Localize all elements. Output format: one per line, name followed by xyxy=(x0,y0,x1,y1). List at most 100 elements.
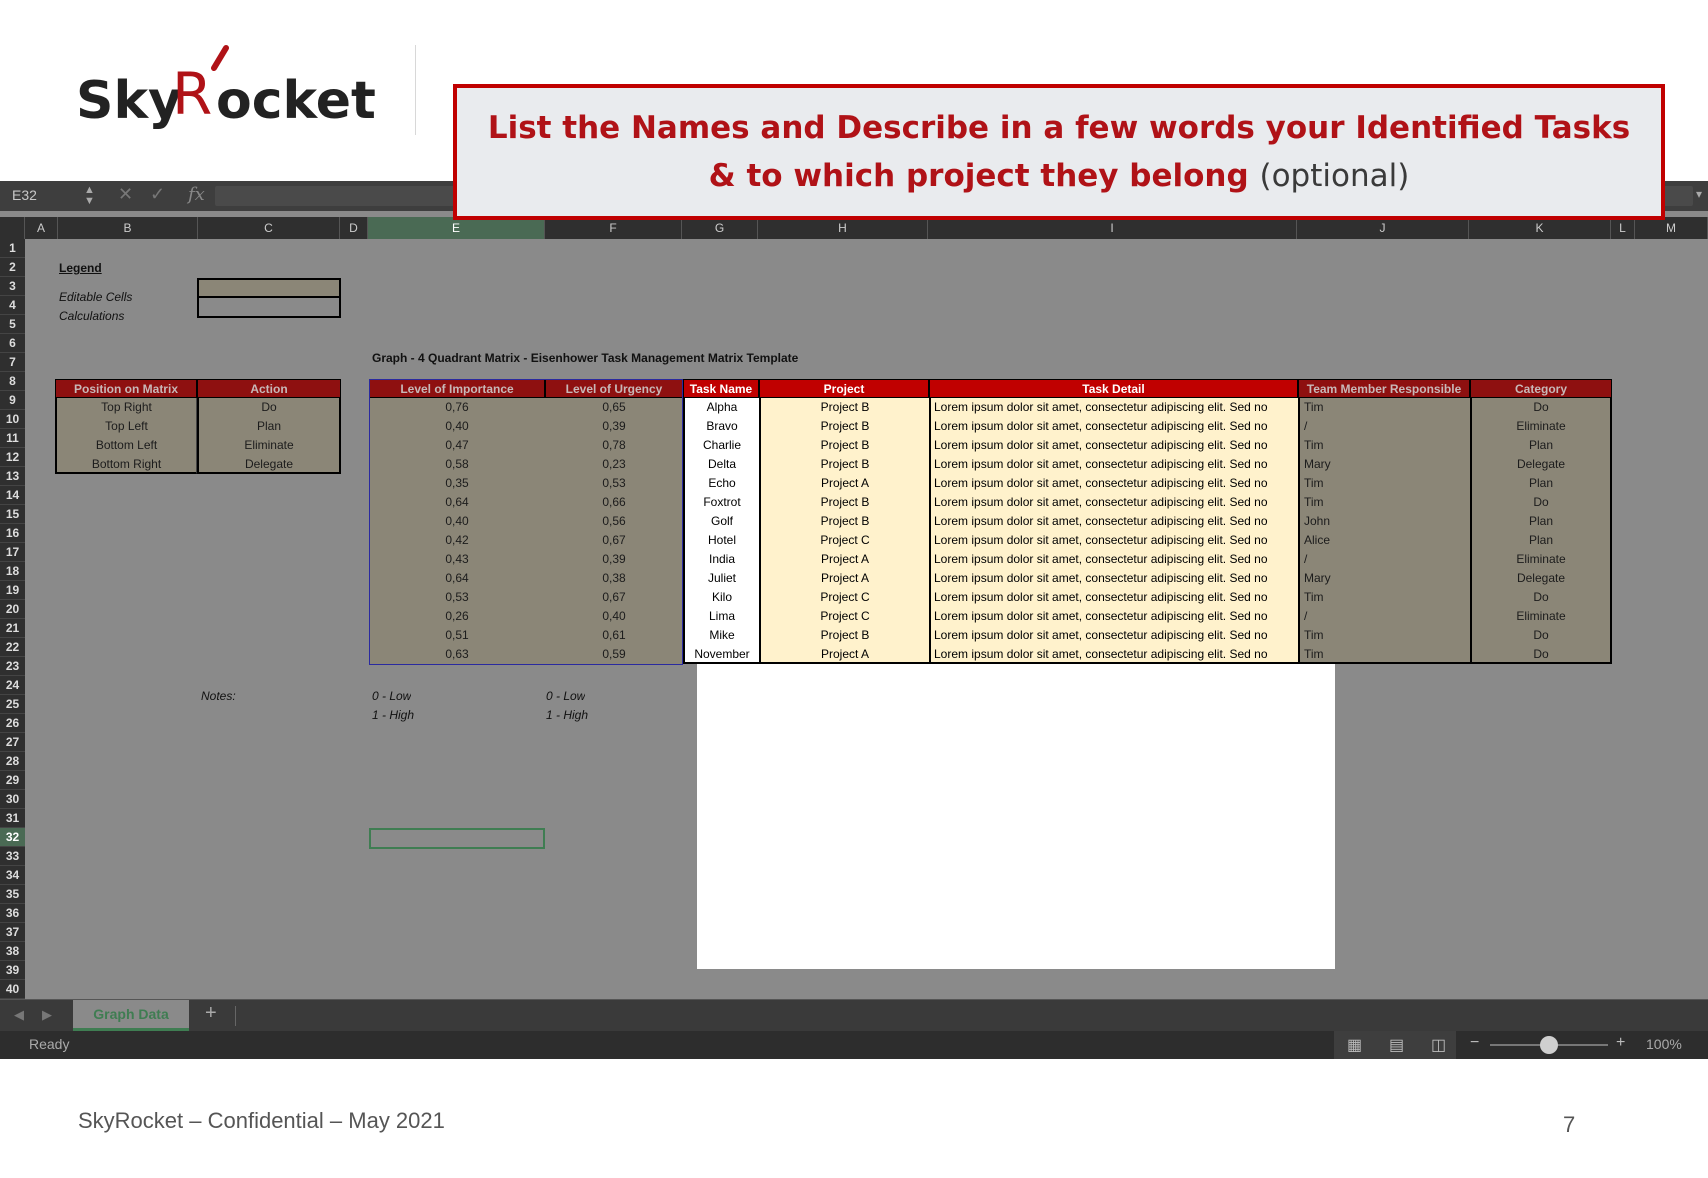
task-name-cell[interactable]: November xyxy=(683,645,759,664)
importance-cell[interactable]: 0,64 xyxy=(369,569,545,588)
project-cell[interactable]: Project A xyxy=(759,569,929,588)
name-box-stepper-icon[interactable]: ▲ ▼ xyxy=(84,185,95,207)
importance-cell[interactable]: 0,76 xyxy=(369,398,545,417)
category-cell[interactable]: Do xyxy=(1470,626,1612,645)
urgency-cell[interactable]: 0,59 xyxy=(545,645,683,664)
row-header-8[interactable]: 8 xyxy=(0,372,25,391)
row-header-19[interactable]: 19 xyxy=(0,581,25,600)
select-all-corner[interactable] xyxy=(0,217,25,239)
row-header-37[interactable]: 37 xyxy=(0,923,25,942)
task-detail-cell[interactable]: Lorem ipsum dolor sit amet, consectetur … xyxy=(929,398,1298,417)
task-detail-cell[interactable]: Lorem ipsum dolor sit amet, consectetur … xyxy=(929,512,1298,531)
scroll-tabs-right-icon[interactable]: ▶ xyxy=(42,1007,52,1023)
task-name-cell[interactable]: Mike xyxy=(683,626,759,645)
row-header-35[interactable]: 35 xyxy=(0,885,25,904)
category-cell[interactable]: Plan xyxy=(1470,474,1612,493)
row-header-33[interactable]: 33 xyxy=(0,847,25,866)
action-cell[interactable]: Eliminate xyxy=(197,436,341,455)
insert-function-icon[interactable]: fx xyxy=(188,184,205,205)
category-cell[interactable]: Do xyxy=(1470,645,1612,664)
importance-cell[interactable]: 0,35 xyxy=(369,474,545,493)
task-detail-cell[interactable]: Lorem ipsum dolor sit amet, consectetur … xyxy=(929,417,1298,436)
team-member-cell[interactable]: Tim xyxy=(1298,493,1470,512)
project-cell[interactable]: Project B xyxy=(759,398,929,417)
project-cell[interactable]: Project C xyxy=(759,607,929,626)
importance-cell[interactable]: 0,40 xyxy=(369,512,545,531)
row-header-36[interactable]: 36 xyxy=(0,904,25,923)
category-cell[interactable]: Eliminate xyxy=(1470,607,1612,626)
header-position-on-matrix[interactable]: Position on Matrix xyxy=(55,379,197,398)
row-header-20[interactable]: 20 xyxy=(0,600,25,619)
header-action[interactable]: Action xyxy=(197,379,341,398)
urgency-cell[interactable]: 0,53 xyxy=(545,474,683,493)
project-cell[interactable]: Project A xyxy=(759,474,929,493)
row-header-13[interactable]: 13 xyxy=(0,467,25,486)
team-member-cell[interactable]: John xyxy=(1298,512,1470,531)
importance-cell[interactable]: 0,51 xyxy=(369,626,545,645)
project-cell[interactable]: Project B xyxy=(759,512,929,531)
task-detail-cell[interactable]: Lorem ipsum dolor sit amet, consectetur … xyxy=(929,569,1298,588)
category-cell[interactable]: Delegate xyxy=(1470,455,1612,474)
name-box[interactable]: E32 xyxy=(12,187,37,203)
row-header-6[interactable]: 6 xyxy=(0,334,25,353)
task-name-cell[interactable]: India xyxy=(683,550,759,569)
task-detail-cell[interactable]: Lorem ipsum dolor sit amet, consectetur … xyxy=(929,474,1298,493)
task-name-cell[interactable]: Alpha xyxy=(683,398,759,417)
column-header-l[interactable]: L xyxy=(1611,217,1635,239)
team-member-cell[interactable]: Mary xyxy=(1298,455,1470,474)
category-cell[interactable]: Delegate xyxy=(1470,569,1612,588)
page-break-view-icon[interactable]: ◫ xyxy=(1431,1035,1446,1055)
row-header-9[interactable]: 9 xyxy=(0,391,25,410)
importance-cell[interactable]: 0,53 xyxy=(369,588,545,607)
header-importance[interactable]: Level of Importance xyxy=(369,379,545,398)
header-team-member[interactable]: Team Member Responsible xyxy=(1298,379,1470,398)
task-name-cell[interactable]: Lima xyxy=(683,607,759,626)
project-cell[interactable]: Project A xyxy=(759,550,929,569)
task-name-cell[interactable]: Echo xyxy=(683,474,759,493)
category-cell[interactable]: Plan xyxy=(1470,512,1612,531)
importance-cell[interactable]: 0,58 xyxy=(369,455,545,474)
task-detail-cell[interactable]: Lorem ipsum dolor sit amet, consectetur … xyxy=(929,626,1298,645)
urgency-cell[interactable]: 0,39 xyxy=(545,550,683,569)
column-header-d[interactable]: D xyxy=(340,217,368,239)
header-task-name[interactable]: Task Name xyxy=(683,379,759,398)
urgency-cell[interactable]: 0,65 xyxy=(545,398,683,417)
importance-cell[interactable]: 0,40 xyxy=(369,417,545,436)
column-header-m[interactable]: M xyxy=(1635,217,1708,239)
urgency-cell[interactable]: 0,39 xyxy=(545,417,683,436)
urgency-cell[interactable]: 0,78 xyxy=(545,436,683,455)
row-header-2[interactable]: 2 xyxy=(0,258,25,277)
project-cell[interactable]: Project B xyxy=(759,493,929,512)
task-name-cell[interactable]: Delta xyxy=(683,455,759,474)
importance-cell[interactable]: 0,63 xyxy=(369,645,545,664)
category-cell[interactable]: Eliminate xyxy=(1470,417,1612,436)
row-header-29[interactable]: 29 xyxy=(0,771,25,790)
row-header-34[interactable]: 34 xyxy=(0,866,25,885)
column-header-h[interactable]: H xyxy=(758,217,928,239)
column-header-f[interactable]: F xyxy=(545,217,682,239)
worksheet-grid[interactable]: Legend Editable Cells Calculations Graph… xyxy=(25,239,1708,999)
header-category[interactable]: Category xyxy=(1470,379,1612,398)
active-cell-e32[interactable] xyxy=(369,828,545,849)
task-detail-cell[interactable]: Lorem ipsum dolor sit amet, consectetur … xyxy=(929,588,1298,607)
urgency-cell[interactable]: 0,23 xyxy=(545,455,683,474)
urgency-cell[interactable]: 0,66 xyxy=(545,493,683,512)
row-header-38[interactable]: 38 xyxy=(0,942,25,961)
column-header-e[interactable]: E xyxy=(368,217,545,239)
task-detail-cell[interactable]: Lorem ipsum dolor sit amet, consectetur … xyxy=(929,436,1298,455)
team-member-cell[interactable]: Alice xyxy=(1298,531,1470,550)
importance-cell[interactable]: 0,26 xyxy=(369,607,545,626)
position-cell[interactable]: Top Left xyxy=(55,417,197,436)
action-cell[interactable]: Plan xyxy=(197,417,341,436)
column-header-i[interactable]: I xyxy=(928,217,1297,239)
column-header-k[interactable]: K xyxy=(1469,217,1611,239)
task-detail-cell[interactable]: Lorem ipsum dolor sit amet, consectetur … xyxy=(929,550,1298,569)
project-cell[interactable]: Project B xyxy=(759,455,929,474)
urgency-cell[interactable]: 0,61 xyxy=(545,626,683,645)
importance-cell[interactable]: 0,64 xyxy=(369,493,545,512)
project-cell[interactable]: Project A xyxy=(759,645,929,664)
team-member-cell[interactable]: Tim xyxy=(1298,398,1470,417)
task-detail-cell[interactable]: Lorem ipsum dolor sit amet, consectetur … xyxy=(929,645,1298,664)
column-header-c[interactable]: C xyxy=(198,217,340,239)
sheet-tab-graph-data[interactable]: Graph Data xyxy=(73,1000,189,1031)
